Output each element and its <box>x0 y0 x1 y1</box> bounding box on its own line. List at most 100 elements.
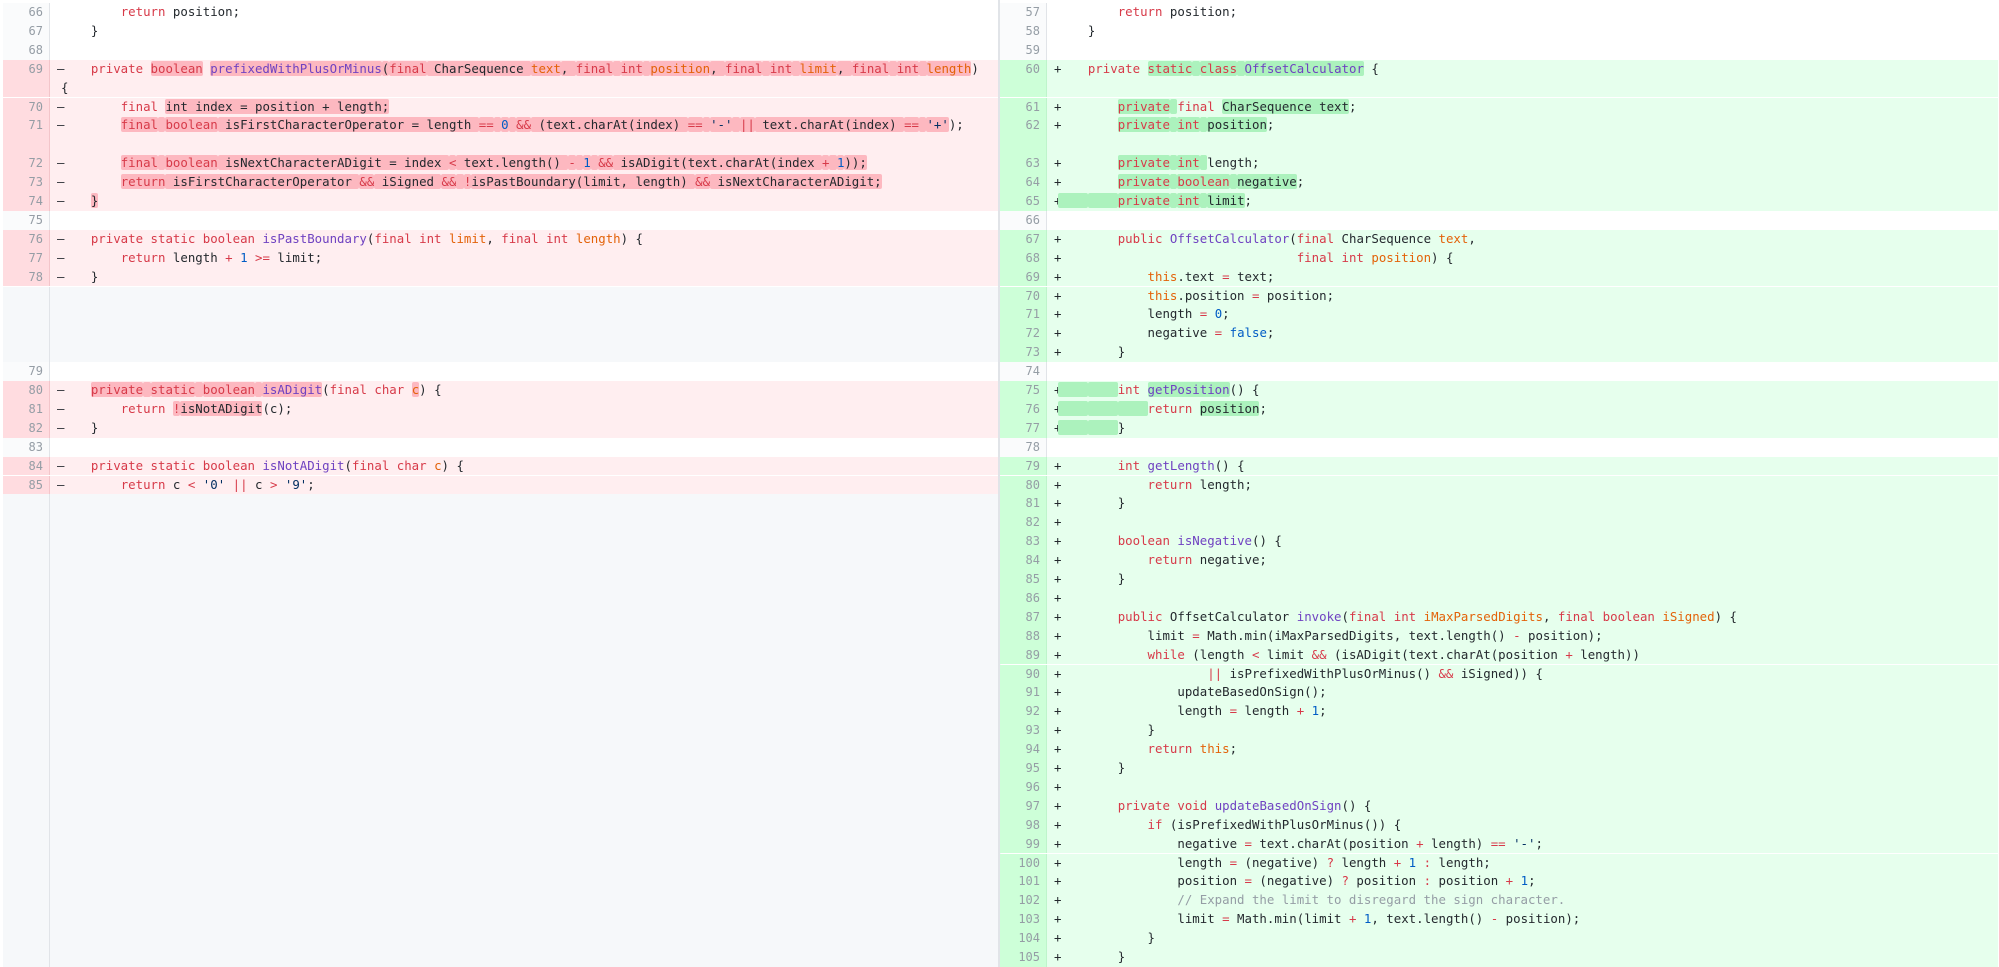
line-number[interactable]: 91 <box>1000 683 1047 703</box>
line-number[interactable]: 80 <box>1000 475 1047 495</box>
line-number[interactable]: 73 <box>3 173 50 192</box>
line-number[interactable]: 70 <box>1000 286 1047 306</box>
diff-line: 81– return !isNotADigit(c); <box>3 399 1001 419</box>
line-number[interactable]: 57 <box>1000 3 1047 22</box>
line-number[interactable]: 65 <box>1000 192 1047 211</box>
line-number[interactable]: 68 <box>1000 248 1047 268</box>
code-token: = <box>1192 627 1200 643</box>
line-number[interactable]: 72 <box>1000 324 1047 344</box>
diff-line: 105 + } <box>1000 948 1998 967</box>
line-number[interactable]: 81 <box>1000 494 1047 514</box>
line-number[interactable]: 86 <box>1000 588 1047 608</box>
line-number[interactable]: 82 <box>1000 513 1047 533</box>
line-number[interactable] <box>3 494 50 967</box>
line-number[interactable]: 77 <box>3 248 50 268</box>
line-number[interactable]: 75 <box>3 210 50 230</box>
diff-line: 70– final int index = position + length; <box>3 97 1001 117</box>
line-number[interactable]: 69 <box>1000 267 1047 287</box>
line-number[interactable]: 101 <box>1000 872 1047 892</box>
line-number[interactable]: 83 <box>3 437 50 457</box>
line-number[interactable]: 95 <box>1000 759 1047 778</box>
line-number[interactable]: 85 <box>1000 570 1047 589</box>
line-number[interactable]: 69 <box>3 59 50 98</box>
line-number[interactable]: 66 <box>3 3 50 22</box>
line-number[interactable]: 70 <box>3 97 50 117</box>
code-token: isFirstCharacterOperator = length <box>217 117 479 133</box>
line-number[interactable]: 103 <box>1000 910 1047 930</box>
line-number[interactable]: 66 <box>1000 210 1047 230</box>
line-number[interactable]: 105 <box>1000 948 1047 967</box>
line-number[interactable]: 76 <box>3 229 50 249</box>
line-number[interactable] <box>3 286 50 363</box>
line-number[interactable]: 67 <box>3 21 50 41</box>
line-number[interactable]: 93 <box>1000 721 1047 741</box>
line-number[interactable]: 74 <box>1000 362 1047 381</box>
code-token: .position <box>1177 287 1252 303</box>
line-number[interactable]: 104 <box>1000 929 1047 948</box>
line-number[interactable]: 73 <box>1000 343 1047 363</box>
code-token: } <box>61 268 99 284</box>
line-number[interactable]: 83 <box>1000 532 1047 552</box>
line-number[interactable]: 97 <box>1000 796 1047 816</box>
line-number[interactable]: 84 <box>1000 551 1047 570</box>
line-number[interactable]: 72 <box>3 154 50 174</box>
line-number[interactable]: 84 <box>3 456 50 476</box>
code-token: ; <box>307 476 315 492</box>
line-number[interactable]: 62 <box>1000 116 1047 155</box>
line-number[interactable]: 78 <box>1000 437 1047 457</box>
code-token: c <box>434 457 442 473</box>
diff-line: 59 <box>1000 40 1998 60</box>
line-number[interactable]: 89 <box>1000 645 1047 665</box>
line-number[interactable]: 63 <box>1000 154 1047 174</box>
line-number[interactable]: 76 <box>1000 399 1047 419</box>
line-number[interactable]: 68 <box>3 40 50 60</box>
line-number[interactable]: 78 <box>3 267 50 287</box>
line-number[interactable]: 74 <box>3 192 50 211</box>
line-number[interactable]: 99 <box>1000 834 1047 854</box>
code-token: negative <box>1058 835 1245 851</box>
line-number[interactable]: 98 <box>1000 815 1047 835</box>
line-number[interactable]: 81 <box>3 399 50 419</box>
code-token: + <box>225 249 233 265</box>
line-number[interactable]: 90 <box>1000 664 1047 684</box>
line-number[interactable]: 79 <box>3 362 50 381</box>
line-number[interactable]: 67 <box>1000 229 1047 249</box>
line-number[interactable]: 85 <box>3 475 50 495</box>
line-number[interactable]: 80 <box>3 381 50 400</box>
line-number[interactable]: 94 <box>1000 740 1047 759</box>
code-token: isNotADigit <box>262 457 345 473</box>
line-number[interactable]: 75 <box>1000 381 1047 400</box>
line-number[interactable]: 60 <box>1000 59 1047 98</box>
code-token <box>1229 174 1238 190</box>
diff-line: 81 + } <box>1000 494 1998 514</box>
line-number[interactable]: 88 <box>1000 626 1047 646</box>
code-token: ) { <box>419 382 442 397</box>
code-token: c <box>247 476 270 492</box>
line-number[interactable]: 87 <box>1000 607 1047 627</box>
line-number[interactable]: 79 <box>1000 456 1047 476</box>
code-token: position); <box>1498 911 1581 927</box>
line-number[interactable]: 100 <box>1000 853 1047 873</box>
line-number[interactable]: 64 <box>1000 173 1047 192</box>
line-number[interactable]: 59 <box>1000 40 1047 60</box>
code-token <box>1192 60 1200 76</box>
line-number[interactable]: 102 <box>1000 891 1047 911</box>
diff-line: 95 + } <box>1000 759 1998 778</box>
line-number[interactable]: 58 <box>1000 21 1047 41</box>
code-text: || isPrefixedWithPlusOrMinus() && iSigne… <box>1058 665 1990 684</box>
line-number[interactable]: 77 <box>1000 418 1047 438</box>
diff-line: 83 + boolean isNegative() { <box>1000 532 1998 552</box>
line-number[interactable]: 96 <box>1000 777 1047 797</box>
line-number[interactable]: 71 <box>3 116 50 155</box>
diff-line: 85– return c < '0' || c > '9'; <box>3 475 1001 495</box>
line-number[interactable]: 71 <box>1000 305 1047 325</box>
line-number[interactable]: 61 <box>1000 97 1047 117</box>
line-number[interactable]: 82 <box>3 418 50 438</box>
line-number[interactable]: 92 <box>1000 702 1047 722</box>
